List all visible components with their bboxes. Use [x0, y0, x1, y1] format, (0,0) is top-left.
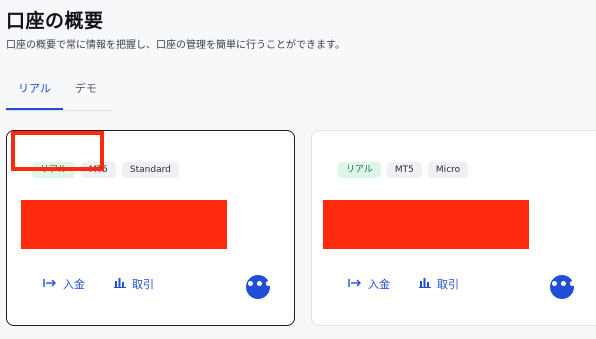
account-card-micro[interactable]: リアル MT5 Micro 入金 取引 •••	[311, 130, 596, 326]
redacted-account-info	[323, 200, 529, 249]
trade-label: 取引	[132, 278, 154, 291]
page-subtitle: 口座の概要で常に情報を把握し、口座の管理を簡単に行うことができます。	[6, 40, 345, 51]
trade-button[interactable]: 取引	[419, 276, 459, 292]
badge-account-class: Standard	[121, 162, 179, 178]
deposit-button[interactable]: 入金	[348, 276, 390, 292]
tab-real[interactable]: リアル	[6, 74, 63, 110]
trade-button[interactable]: 取引	[114, 276, 154, 292]
more-options-button[interactable]: •••	[246, 275, 273, 299]
badge-platform: MT5	[386, 162, 422, 178]
deposit-label: 入金	[368, 278, 390, 291]
badge-account-type: リアル	[338, 162, 381, 178]
tab-demo[interactable]: デモ	[63, 74, 109, 110]
bar-chart-icon	[114, 277, 126, 291]
trade-label: 取引	[437, 278, 459, 291]
more-options-button[interactable]: •••	[550, 275, 577, 299]
account-badges: リアル MT5 Micro	[338, 162, 469, 178]
account-type-tabs: リアル デモ	[6, 74, 112, 111]
arrow-into-icon	[348, 278, 362, 291]
page-title: 口座の概要	[6, 10, 104, 32]
badge-account-class: Micro	[427, 162, 469, 178]
deposit-label: 入金	[63, 278, 85, 291]
arrow-into-icon	[43, 278, 57, 291]
account-overview-page: 口座の概要 口座の概要で常に情報を把握し、口座の管理を簡単に行うことができます。…	[0, 0, 596, 339]
bar-chart-icon	[419, 277, 431, 291]
redacted-account-info	[21, 200, 227, 249]
deposit-button[interactable]: 入金	[43, 276, 85, 292]
deposit-highlight-box	[11, 131, 104, 171]
